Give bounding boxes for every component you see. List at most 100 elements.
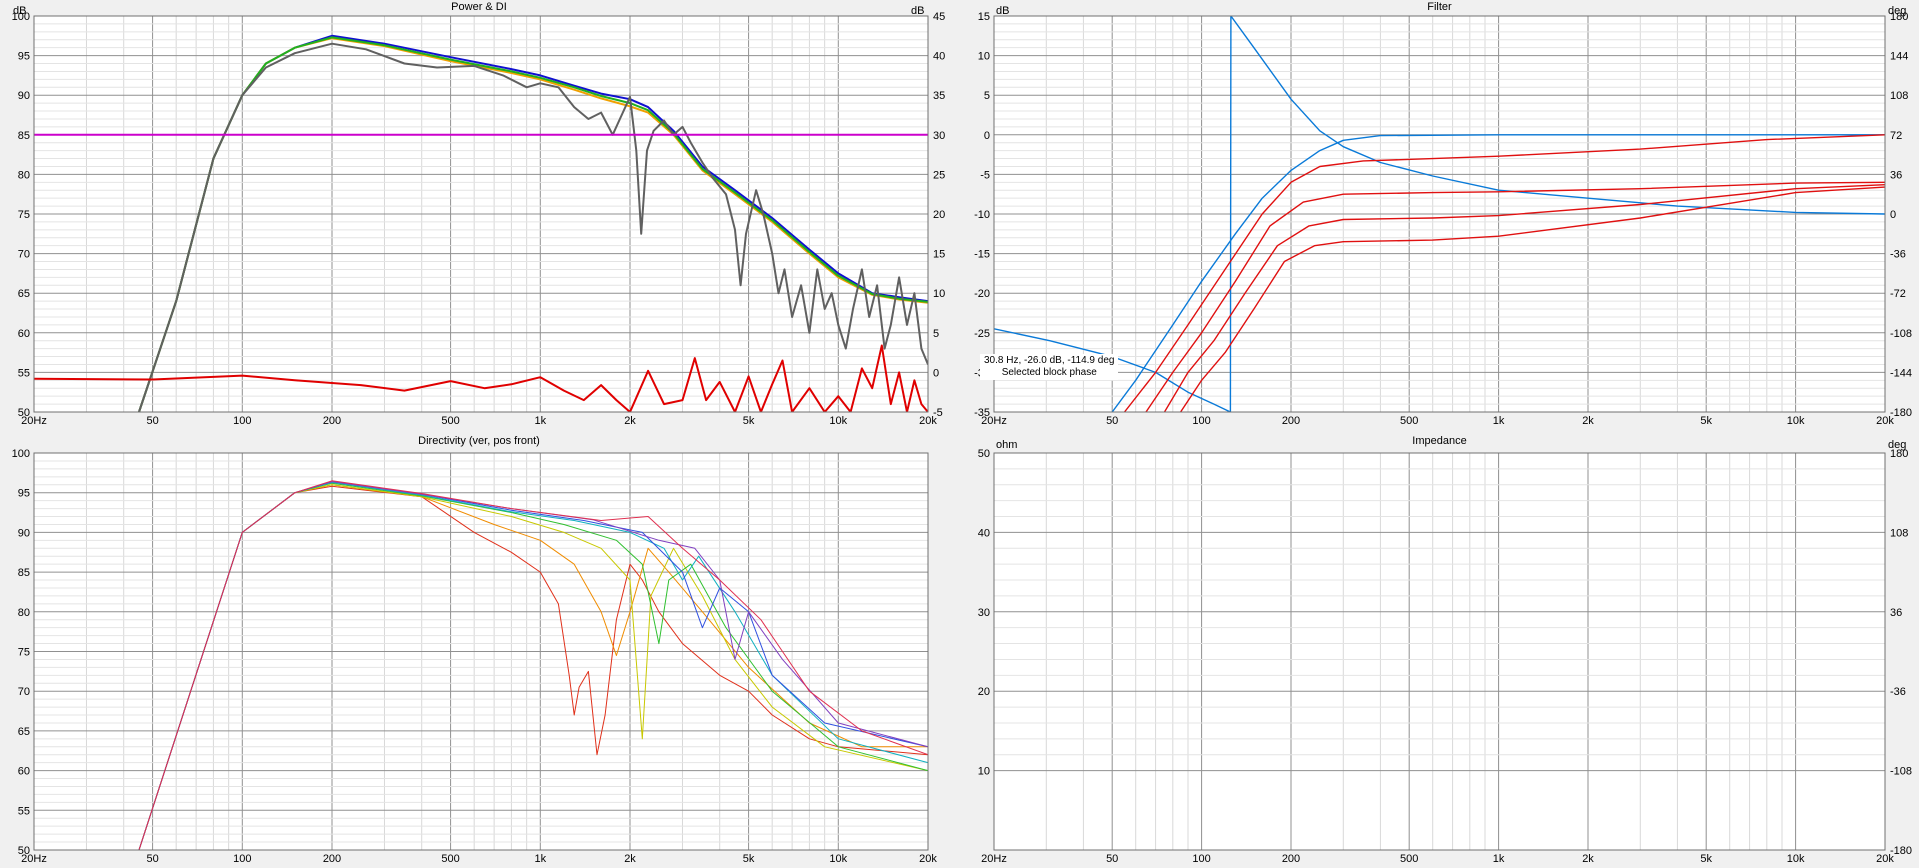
y2-tick-label: 40 (933, 51, 945, 63)
y-tick-label: -15 (974, 249, 990, 261)
impedance-right-unit: deg (1888, 439, 1907, 451)
power-di-left-unit: dB (13, 5, 27, 17)
x-tick-label: 200 (1282, 415, 1300, 427)
power-di-right-unit: dB (911, 5, 925, 17)
y-tick-label: 30 (978, 607, 990, 619)
y-tick-label: -10 (974, 209, 990, 221)
y2-tick-label: 30 (933, 130, 945, 142)
x-tick-label: 200 (323, 853, 341, 865)
x-tick-label: 20Hz (981, 853, 1007, 865)
y-tick-label: 75 (18, 647, 30, 659)
cursor-readout-box: 30.8 Hz, -26.0 dB, -114.9 deg Selected b… (980, 354, 1119, 380)
x-tick-label: 5k (743, 853, 755, 865)
y-tick-label: 0 (984, 130, 990, 142)
y-tick-label: 50 (978, 448, 990, 460)
x-tick-label: 20k (919, 853, 937, 865)
power-di-panel: 50 55 60 65 70 75 80 85 90 95 100 -5 0 5 10 15 20 25 30 35 4… (0, 0, 958, 430)
y2-tick-label: -108 (1890, 328, 1912, 340)
impedance-left-unit: ohm (996, 439, 1018, 451)
x-tick-label: 20k (919, 415, 937, 427)
y-tick-label: 95 (18, 51, 30, 63)
x-tick-label: 200 (323, 415, 341, 427)
y2-tick-label: 144 (1890, 51, 1908, 63)
filter-left-unit: dB (996, 5, 1010, 17)
y-tick-label: 80 (18, 607, 30, 619)
x-tick-label: 100 (1192, 853, 1210, 865)
x-tick-label: 2k (624, 853, 636, 865)
y-tick-label: 10 (978, 766, 990, 778)
y2-tick-label: 36 (1890, 169, 1902, 181)
x-tick-label: 100 (233, 853, 251, 865)
y-tick-label: 90 (18, 527, 30, 539)
y2-tick-label: -36 (1890, 686, 1906, 698)
y2-tick-label: 15 (933, 249, 945, 261)
y-tick-label: 85 (18, 130, 30, 142)
y-tick-label: 70 (18, 249, 30, 261)
y2-tick-label: 108 (1890, 90, 1908, 102)
x-tick-label: 10k (829, 415, 847, 427)
cursor-readout: 30.8 Hz, -26.0 dB, -114.9 deg (984, 355, 1115, 366)
cursor-caption: Selected block phase (1001, 367, 1097, 378)
power-di-chart[interactable]: 50556065707580859095100-5051015202530354… (0, 0, 958, 430)
y2-tick-label: -144 (1890, 367, 1912, 379)
y2-tick-label: 0 (1890, 209, 1896, 221)
x-tick-label: 500 (1400, 853, 1418, 865)
filter-title: Filter (1427, 1, 1452, 13)
x-tick-label: 5k (1700, 415, 1712, 427)
impedance-chart[interactable]: 1020304050-180-108-363610818020Hz 50 100 20… (960, 434, 1919, 868)
impedance-panel: 10 20 30 40 50 -180 -108 -36 36 108 180 20Hz 50 100 20… (960, 434, 1919, 868)
y-tick-label: 55 (18, 367, 30, 379)
y-tick-label: 80 (18, 169, 30, 181)
x-tick-label: 1k (1493, 853, 1505, 865)
y2-tick-label: 5 (933, 328, 939, 340)
y-tick-label: 85 (18, 567, 30, 579)
x-tick-label: 50 (146, 853, 158, 865)
y-tick-label: 90 (18, 90, 30, 102)
directivity-chart[interactable]: 5055606570758085909510020Hz 50 100 200 500 1k… (0, 434, 958, 868)
y-tick-label: 65 (18, 288, 30, 300)
y2-tick-label: 72 (1890, 130, 1902, 142)
x-tick-label: 2k (1582, 853, 1594, 865)
y-tick-label: -20 (974, 288, 990, 300)
y-tick-label: 95 (18, 488, 30, 500)
filter-panel: -35-30-25-20-15-10-5051015-180-144-108-7… (960, 0, 1919, 430)
y-tick-label: 55 (18, 805, 30, 817)
y-tick-label: 60 (18, 328, 30, 340)
x-tick-label: 50 (1106, 415, 1118, 427)
y-tick-label: -5 (980, 169, 990, 181)
x-tick-label: 10k (1787, 853, 1805, 865)
plot-area[interactable] (994, 453, 1885, 850)
x-tick-label: 500 (441, 415, 459, 427)
y2-tick-label: 108 (1890, 527, 1908, 539)
directivity-panel: 50 55 60 65 70 75 80 85 90 95 100 20Hz 50 100 200 500 1k… (0, 434, 958, 868)
filter-right-unit: deg (1888, 5, 1907, 17)
y-tick-label: -25 (974, 328, 990, 340)
y2-tick-label: 25 (933, 169, 945, 181)
x-tick-label: 200 (1282, 853, 1300, 865)
x-tick-label: 20Hz (21, 415, 47, 427)
x-tick-label: 10k (1787, 415, 1805, 427)
x-tick-label: 1k (1493, 415, 1505, 427)
x-tick-label: 20Hz (21, 853, 47, 865)
x-tick-label: 100 (1192, 415, 1210, 427)
y-tick-label: 5 (984, 90, 990, 102)
y-tick-label: 10 (978, 51, 990, 63)
x-tick-label: 5k (743, 415, 755, 427)
x-tick-label: 100 (233, 415, 251, 427)
y-tick-label: 70 (18, 686, 30, 698)
y-tick-label: 60 (18, 766, 30, 778)
x-tick-label: 20Hz (981, 415, 1007, 427)
x-tick-label: 50 (1106, 853, 1118, 865)
x-tick-label: 50 (146, 415, 158, 427)
y2-tick-label: 20 (933, 209, 945, 221)
x-tick-label: 2k (1582, 415, 1594, 427)
x-tick-label: 5k (1700, 853, 1712, 865)
y2-tick-label: 0 (933, 367, 939, 379)
x-tick-label: 500 (1400, 415, 1418, 427)
y-tick-label: 75 (18, 209, 30, 221)
y-tick-label: 65 (18, 726, 30, 738)
y-tick-label: 100 (12, 448, 30, 460)
y-tick-label: 40 (978, 527, 990, 539)
y-tick-label: 20 (978, 686, 990, 698)
y2-tick-label: -72 (1890, 288, 1906, 300)
